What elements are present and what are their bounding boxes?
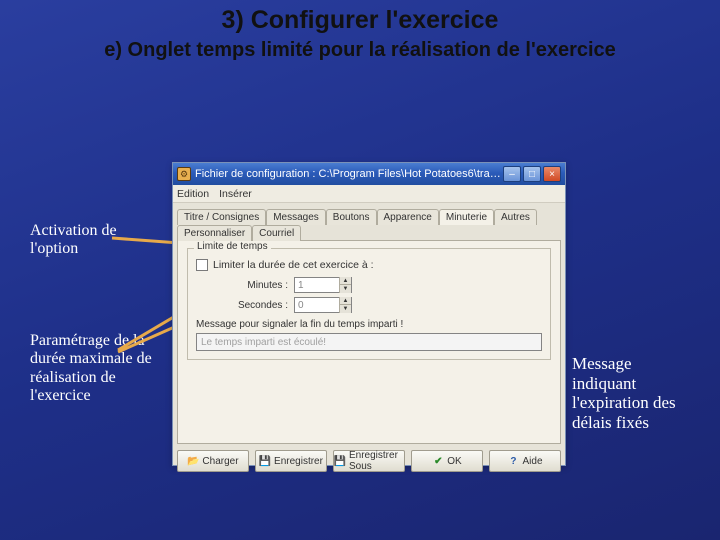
callout-message: Message indiquant l'expiration des délai… — [572, 354, 692, 432]
ok-label: OK — [447, 456, 461, 467]
minutes-stepper[interactable]: 1 ▲ ▼ — [294, 277, 352, 293]
tab-personnaliser[interactable]: Personnaliser — [177, 225, 252, 241]
minutes-label: Minutes : — [196, 280, 288, 291]
window-title: Fichier de configuration : C:\Program Fi… — [195, 168, 503, 180]
minutes-up-icon[interactable]: ▲ — [339, 277, 351, 285]
enregistrer-label: Enregistrer — [274, 456, 323, 467]
config-window: ⚙ Fichier de configuration : C:\Program … — [172, 162, 566, 466]
enregistrer-sous-button[interactable]: 💾 Enregistrer Sous — [333, 450, 405, 472]
window-minimize-button[interactable]: – — [503, 166, 521, 182]
aide-label: Aide — [522, 456, 542, 467]
tabs-row: Titre / Consignes Messages Boutons Appar… — [177, 208, 561, 240]
save-icon: 💾 — [259, 455, 271, 467]
minutes-down-icon[interactable]: ▼ — [339, 285, 351, 293]
seconds-up-icon[interactable]: ▲ — [339, 297, 351, 305]
tab-courriel[interactable]: Courriel — [252, 225, 301, 241]
window-titlebar: ⚙ Fichier de configuration : C:\Program … — [173, 163, 565, 185]
callout-parametrage: Paramétrage de la durée maximale de réal… — [30, 332, 160, 406]
check-icon: ✔ — [432, 455, 444, 467]
seconds-value: 0 — [295, 300, 339, 311]
callout-activation: Activation de l'option — [30, 222, 140, 259]
tab-titre-consignes[interactable]: Titre / Consignes — [177, 209, 266, 225]
menubar: Edition Insérer — [173, 185, 565, 203]
charger-button[interactable]: 📂 Charger — [177, 450, 249, 472]
window-close-button[interactable]: × — [543, 166, 561, 182]
checkbox-limiter-duree[interactable] — [196, 259, 208, 271]
button-row: 📂 Charger 💾 Enregistrer 💾 Enregistrer So… — [173, 450, 565, 472]
seconds-stepper[interactable]: 0 ▲ ▼ — [294, 297, 352, 313]
charger-label: Charger — [202, 456, 238, 467]
tab-content-minuterie: Limite de temps Limiter la durée de cet … — [177, 240, 561, 444]
tab-boutons[interactable]: Boutons — [326, 209, 377, 225]
seconds-down-icon[interactable]: ▼ — [339, 305, 351, 313]
message-label: Message pour signaler la fin du temps im… — [196, 319, 542, 330]
app-icon: ⚙ — [177, 167, 191, 181]
tab-autres[interactable]: Autres — [494, 209, 537, 225]
checkbox-label: Limiter la durée de cet exercice à : — [213, 259, 374, 271]
save-as-icon: 💾 — [334, 455, 346, 467]
help-icon: ? — [507, 455, 519, 467]
group-limite-temps: Limite de temps Limiter la durée de cet … — [187, 248, 551, 360]
ok-button[interactable]: ✔ OK — [411, 450, 483, 472]
minutes-value: 1 — [295, 280, 339, 291]
tab-apparence[interactable]: Apparence — [377, 209, 439, 225]
slide-title: 3) Configurer l'exercice — [0, 0, 720, 35]
open-folder-icon: 📂 — [187, 455, 199, 467]
tab-messages[interactable]: Messages — [266, 209, 326, 225]
aide-button[interactable]: ? Aide — [489, 450, 561, 472]
seconds-label: Secondes : — [196, 300, 288, 311]
window-maximize-button[interactable]: □ — [523, 166, 541, 182]
tab-minuterie[interactable]: Minuterie — [439, 209, 494, 225]
enregistrer-button[interactable]: 💾 Enregistrer — [255, 450, 327, 472]
menu-inserer[interactable]: Insérer — [219, 188, 252, 200]
slide-subtitle: e) Onglet temps limité pour la réalisati… — [0, 35, 720, 62]
message-input[interactable]: Le temps imparti est écoulé! — [196, 333, 542, 351]
menu-edition[interactable]: Edition — [177, 188, 209, 200]
group-label: Limite de temps — [194, 241, 271, 252]
enregistrer-sous-label: Enregistrer Sous — [349, 450, 404, 472]
